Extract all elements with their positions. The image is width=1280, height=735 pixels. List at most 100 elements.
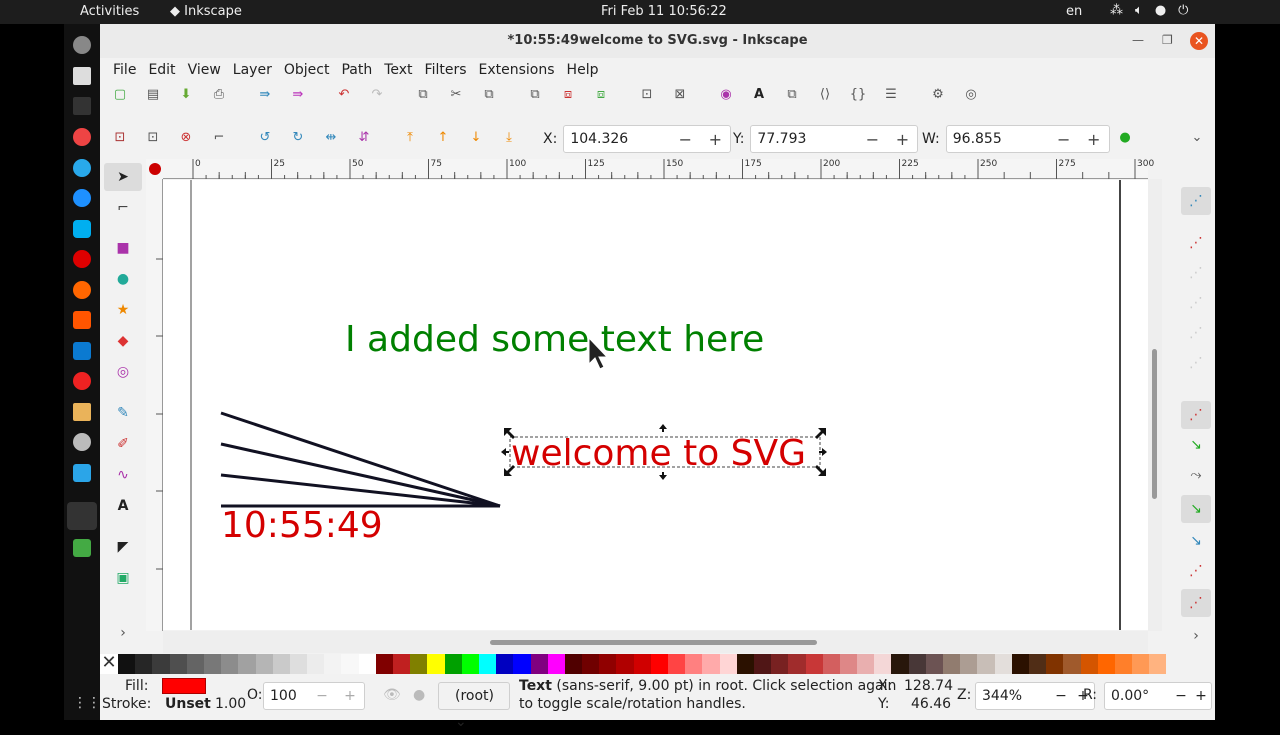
color-swatch[interactable] (444, 654, 462, 674)
system-tray[interactable]: ⁂ 🔈︎ ● ⏻ (1110, 3, 1188, 18)
rotate-cw-icon[interactable]: ↻ (289, 129, 307, 147)
pen-tool[interactable]: ✎ (104, 399, 142, 427)
star-tool[interactable]: ★ (104, 296, 142, 324)
color-swatch[interactable] (1080, 654, 1098, 674)
color-swatch[interactable] (650, 654, 668, 674)
color-swatch[interactable] (1132, 654, 1150, 674)
color-swatch[interactable] (238, 654, 256, 674)
color-swatch[interactable] (152, 654, 170, 674)
color-swatch[interactable] (736, 654, 754, 674)
color-swatch[interactable] (461, 654, 479, 674)
color-swatch[interactable] (272, 654, 290, 674)
vertical-scroll-thumb[interactable] (1152, 349, 1157, 499)
mesh-tool[interactable]: ▣ (104, 564, 142, 592)
xml-editor-icon[interactable]: ⟨⟩ (816, 86, 834, 104)
color-swatch[interactable] (221, 654, 239, 674)
preferences-icon[interactable]: ⚙ (929, 86, 947, 104)
firefox-icon[interactable] (73, 281, 91, 299)
close-button[interactable]: ✕ (1190, 32, 1208, 50)
rotate-ccw-icon[interactable]: ↺ (256, 129, 274, 147)
color-swatch[interactable] (358, 654, 376, 674)
expand-snap-icon[interactable]: › (1181, 622, 1211, 650)
duplicate-icon[interactable]: ⧉ (526, 86, 544, 104)
menu-view[interactable]: View (182, 58, 227, 82)
fan-line-2[interactable] (220, 442, 501, 508)
color-swatch[interactable] (582, 654, 600, 674)
layer-dropdown[interactable]: (root) ⌄ (438, 682, 510, 730)
lock-guides-icon[interactable] (149, 163, 161, 175)
telegram-icon[interactable] (73, 159, 91, 177)
fan-line-1[interactable] (220, 411, 501, 508)
skype-icon[interactable] (73, 220, 91, 238)
messenger-icon[interactable] (73, 189, 91, 207)
no-paint-swatch[interactable]: ✕ (100, 654, 118, 674)
toggle-lock-icon[interactable]: ● (413, 687, 425, 703)
gradient-tool[interactable]: ◤ (104, 533, 142, 561)
y-decrement-button[interactable]: − (857, 130, 887, 149)
color-swatch[interactable] (427, 654, 445, 674)
flip-vertical-icon[interactable]: ⇵ (355, 129, 373, 147)
color-swatch[interactable] (1114, 654, 1133, 674)
clock[interactable]: Fri Feb 11 10:56:22 (601, 4, 727, 19)
color-swatch[interactable] (564, 654, 583, 674)
y-input[interactable]: 77.793 (751, 131, 857, 147)
activities-button[interactable]: Activities (80, 4, 139, 19)
color-swatch[interactable] (393, 654, 411, 674)
w-increment-button[interactable]: + (1079, 130, 1109, 149)
menu-path[interactable]: Path (335, 58, 378, 82)
calligraphy-tool[interactable]: ∿ (104, 461, 142, 489)
color-swatch[interactable] (169, 654, 187, 674)
color-swatch[interactable] (1149, 654, 1167, 674)
app-menu[interactable]: ◆ Inkscape (170, 4, 242, 19)
color-swatch[interactable] (943, 654, 961, 674)
x-input[interactable]: 104.326 (564, 131, 670, 147)
opacity-decrement-button[interactable]: − (308, 688, 336, 704)
color-swatch[interactable] (702, 654, 720, 674)
color-swatch[interactable] (410, 654, 428, 674)
inkscape-icon[interactable] (67, 502, 97, 530)
color-swatch[interactable] (685, 654, 703, 674)
toggle-visibility-icon[interactable]: 👁︎ (383, 687, 401, 703)
horizontal-scrollbar[interactable] (163, 631, 1148, 653)
color-swatch[interactable] (324, 654, 342, 674)
menu-help[interactable]: Help (561, 58, 605, 82)
cut-icon[interactable]: ✂ (447, 86, 465, 104)
files-icon[interactable] (73, 67, 91, 85)
w-decrement-button[interactable]: − (1049, 130, 1079, 149)
rotation-input[interactable]: 0.00° (1105, 688, 1171, 704)
brave-icon[interactable] (73, 311, 91, 329)
color-swatch[interactable] (255, 654, 273, 674)
fill-stroke-icon[interactable]: ◉ (717, 86, 735, 104)
terminal-icon[interactable] (73, 97, 91, 115)
stroke-width-value[interactable]: 1.00 (215, 696, 246, 712)
vscode-icon[interactable] (73, 342, 91, 360)
color-swatch[interactable] (1063, 654, 1081, 674)
color-swatch[interactable] (668, 654, 686, 674)
color-swatch[interactable] (135, 654, 153, 674)
color-swatch[interactable] (977, 654, 995, 674)
chrome-icon[interactable] (73, 128, 91, 146)
x-decrement-button[interactable]: − (670, 130, 700, 149)
color-swatch[interactable] (513, 654, 531, 674)
snap-path-icon[interactable]: ↘ (1181, 431, 1211, 459)
color-swatch[interactable] (839, 654, 858, 674)
menu-object[interactable]: Object (278, 58, 336, 82)
rectangle-tool[interactable]: ■ (104, 234, 142, 262)
language-indicator[interactable]: en (1066, 4, 1082, 19)
ellipse-tool[interactable]: ● (104, 265, 142, 293)
node-tool[interactable]: ⌐ (104, 194, 142, 222)
snap-bbox-icon[interactable]: ⋰ (1181, 229, 1211, 257)
zoom-page-icon[interactable]: ⇛ (289, 86, 307, 104)
color-swatch[interactable] (874, 654, 892, 674)
opacity-increment-button[interactable]: + (336, 688, 364, 704)
fan-lines[interactable] (220, 411, 501, 508)
software-icon[interactable] (73, 433, 91, 451)
document-properties-icon[interactable]: ◎ (962, 86, 980, 104)
expand-toolbox-icon[interactable]: › (104, 619, 142, 647)
paste-icon[interactable]: ⧉ (480, 86, 498, 104)
color-swatch[interactable] (1011, 654, 1029, 674)
color-swatch[interactable] (994, 654, 1012, 674)
text-tool[interactable]: A (104, 492, 142, 520)
color-swatch[interactable] (960, 654, 978, 674)
opera-icon[interactable] (73, 250, 91, 268)
